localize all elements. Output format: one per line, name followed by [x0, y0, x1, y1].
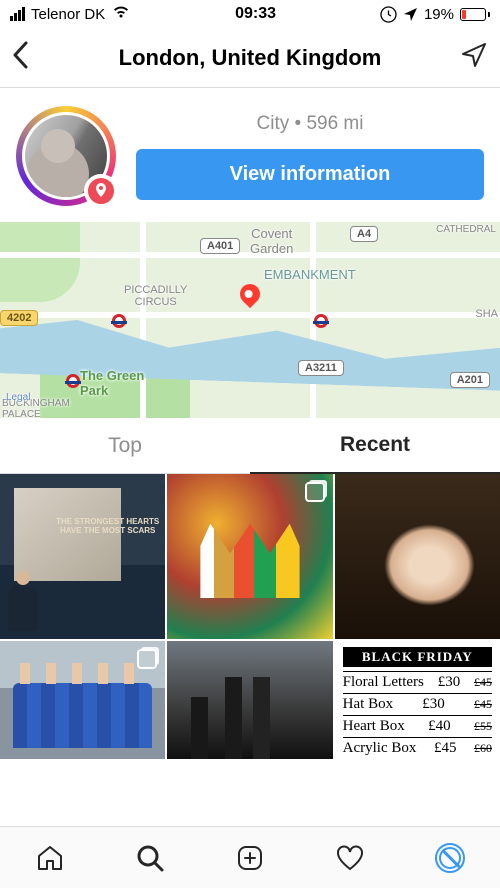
post-cell[interactable]: THE STRONGEST HEARTS HAVE THE MOST SCARS	[0, 474, 165, 639]
post-cell[interactable]	[0, 641, 165, 759]
map-center-pin	[240, 284, 260, 304]
nav-profile[interactable]	[434, 842, 466, 874]
rotation-lock-icon	[380, 6, 397, 23]
tab-top[interactable]: Top	[0, 418, 250, 473]
page-title: London, United Kingdom	[48, 45, 452, 71]
road-shield-a3211: A3211	[298, 360, 344, 376]
battery-pct: 19%	[424, 6, 454, 23]
road-shield-a4202: 4202	[0, 310, 38, 326]
location-pin-badge	[84, 174, 118, 208]
nav-home[interactable]	[34, 842, 66, 874]
post-cell[interactable]	[335, 474, 500, 639]
carrier-label: Telenor DK	[31, 6, 105, 23]
view-information-button[interactable]: View information	[136, 149, 484, 200]
map-label-embankment: EMBANKMENT	[264, 267, 356, 282]
post-caption: THE STRONGEST HEARTS HAVE THE MOST SCARS	[50, 518, 165, 536]
tube-icon	[314, 314, 328, 328]
map-label-greenpark: The Green Park	[80, 368, 144, 398]
road-shield-a401: A401	[200, 238, 240, 254]
post-cell[interactable]: BLACK FRIDAY Floral Letters £30£45 Hat B…	[335, 641, 500, 759]
signal-icon	[10, 7, 25, 21]
clock: 09:33	[235, 5, 276, 23]
map-label-covent: Covent Garden	[250, 226, 293, 256]
post-cell[interactable]	[167, 641, 332, 759]
nav-header: London, United Kingdom	[0, 28, 500, 88]
map-label-legal: Legal	[6, 392, 30, 403]
map-label-cathedral: CATHEDRAL	[436, 224, 496, 235]
map-label-sha: SHA	[475, 308, 498, 320]
bottom-nav	[0, 826, 500, 888]
nav-activity[interactable]	[334, 842, 366, 874]
map-label-piccadilly: PICCADILLY CIRCUS	[124, 284, 187, 308]
location-meta: City • 596 mi	[136, 113, 484, 135]
location-block: City • 596 mi View information	[0, 88, 500, 222]
post-banner: BLACK FRIDAY	[343, 647, 492, 667]
post-grid: THE STRONGEST HEARTS HAVE THE MOST SCARS…	[0, 474, 500, 759]
nav-search[interactable]	[134, 842, 166, 874]
location-arrow-icon	[403, 7, 418, 22]
share-button[interactable]	[452, 41, 488, 74]
battery-icon	[460, 8, 490, 21]
carousel-icon	[137, 649, 157, 669]
back-button[interactable]	[12, 41, 48, 74]
wifi-icon	[111, 4, 131, 24]
nav-new-post[interactable]	[234, 842, 266, 874]
tube-icon	[112, 314, 126, 328]
carousel-icon	[305, 482, 325, 502]
map[interactable]: Covent Garden EMBANKMENT PICCADILLY CIRC…	[0, 222, 500, 418]
feed-tabs: Top Recent	[0, 418, 500, 474]
tab-recent[interactable]: Recent	[250, 418, 500, 474]
status-bar: Telenor DK 09:33 19%	[0, 0, 500, 28]
road-shield-a4: A4	[350, 226, 378, 242]
tube-icon	[66, 374, 80, 388]
road-shield-a201: A201	[450, 372, 490, 388]
post-cell[interactable]	[167, 474, 332, 639]
location-story-ring[interactable]	[16, 106, 116, 206]
